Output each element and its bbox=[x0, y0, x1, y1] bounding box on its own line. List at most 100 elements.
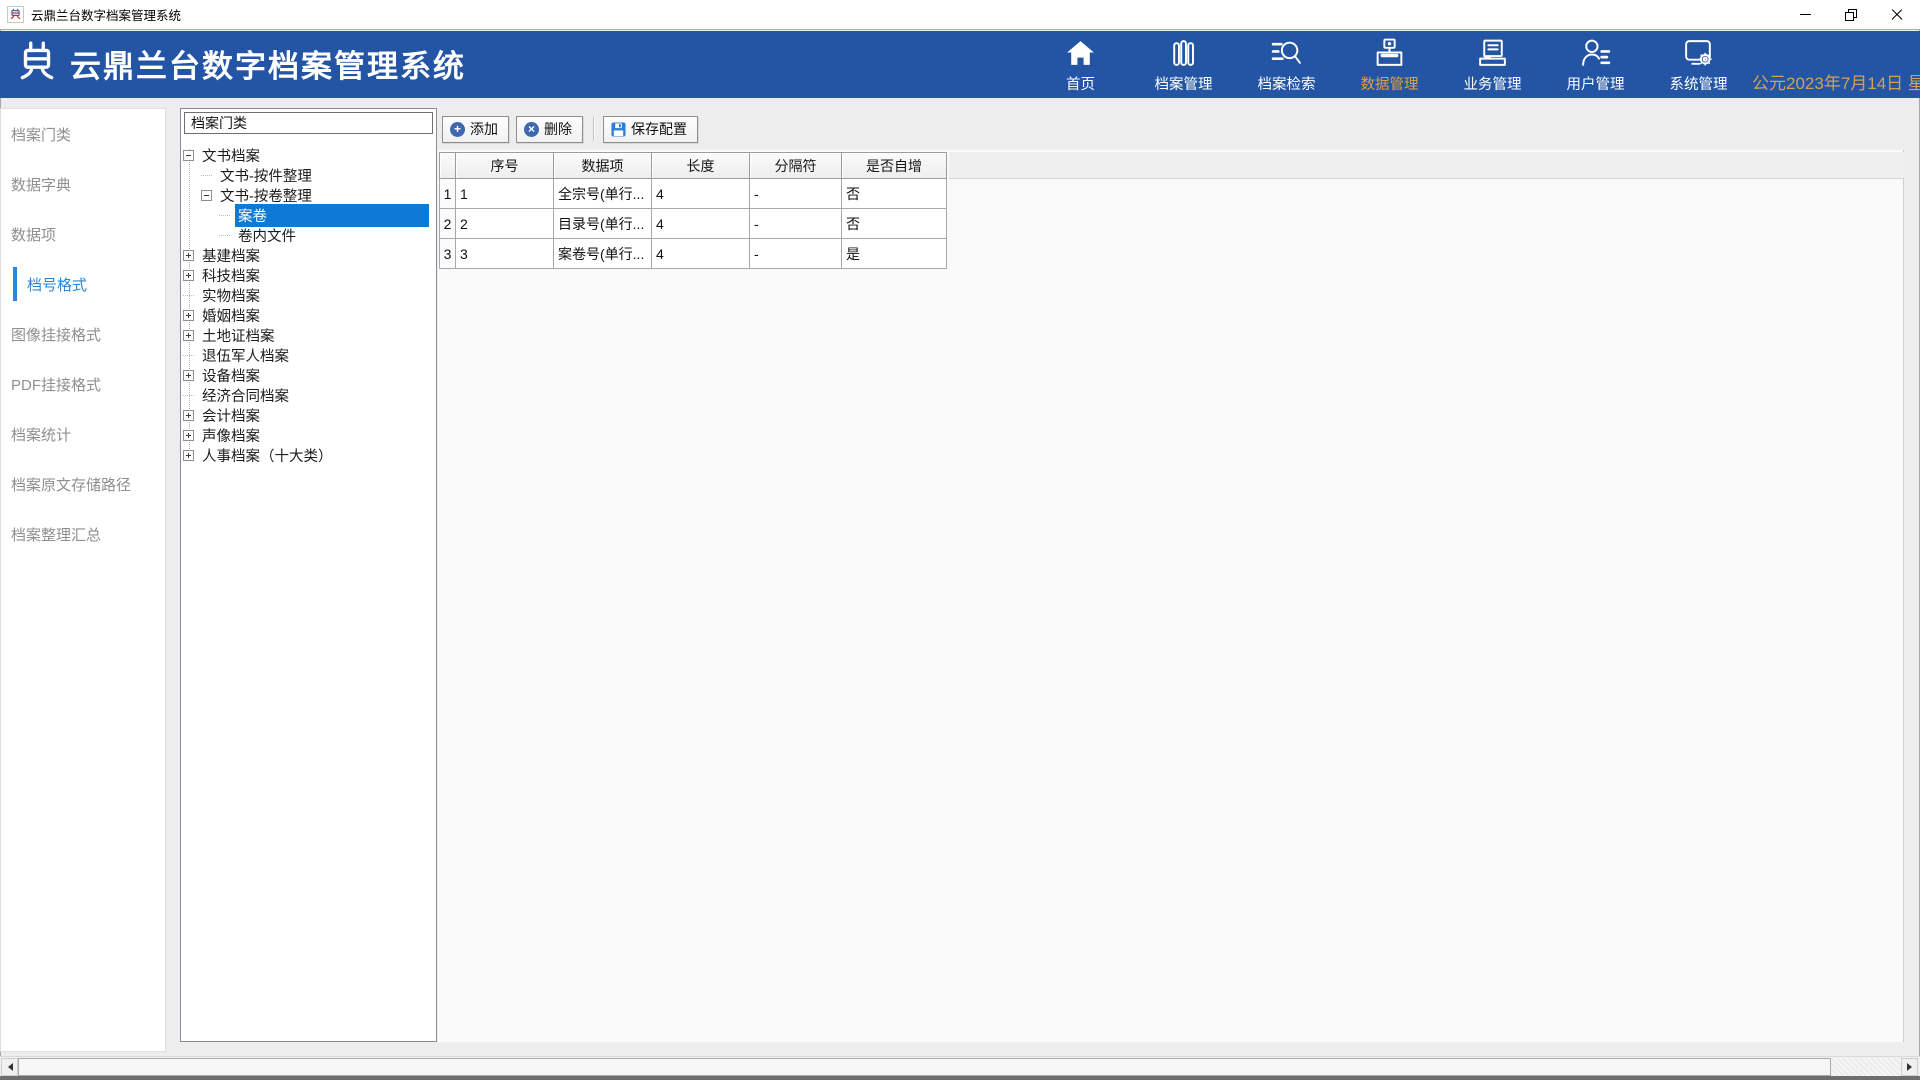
col-header-auto-increment[interactable]: 是否自增 bbox=[842, 152, 947, 179]
save-config-button[interactable]: 保存配置 bbox=[603, 116, 698, 143]
row-header[interactable]: 1 bbox=[439, 179, 456, 209]
nav-item-home[interactable]: 首页 bbox=[1036, 37, 1125, 94]
restore-icon bbox=[1845, 9, 1857, 21]
tree-item[interactable]: 土地证档案 bbox=[181, 325, 436, 345]
expand-icon[interactable] bbox=[183, 450, 194, 461]
add-icon: + bbox=[450, 122, 465, 137]
expand-icon[interactable] bbox=[183, 370, 194, 381]
expand-icon[interactable] bbox=[183, 410, 194, 421]
close-button[interactable] bbox=[1874, 0, 1920, 29]
cell-seq[interactable]: 1 bbox=[456, 179, 554, 209]
tree-item[interactable]: 基建档案 bbox=[181, 245, 436, 265]
sidebar-item-original-storage-path[interactable]: 档案原文存储路径 bbox=[1, 459, 165, 509]
col-header-length[interactable]: 长度 bbox=[652, 152, 750, 179]
cell-seq[interactable]: 2 bbox=[456, 209, 554, 239]
sidebar: 档案门类 数据字典 数据项 档号格式 图像挂接格式 PDF挂接格式 档案统计 档… bbox=[0, 108, 166, 1052]
sidebar-item-archive-statistics[interactable]: 档案统计 bbox=[1, 409, 165, 459]
archive-search-icon bbox=[1270, 37, 1303, 70]
app-icon bbox=[7, 6, 24, 23]
cell-separator[interactable]: - bbox=[750, 209, 842, 239]
table-row[interactable]: 2 2 目录号(单行... 4 - 否 bbox=[439, 209, 1904, 239]
expand-icon[interactable] bbox=[183, 330, 194, 341]
collapse-icon[interactable] bbox=[201, 190, 212, 201]
arrow-right-icon bbox=[1907, 1063, 1916, 1071]
expand-icon[interactable] bbox=[183, 430, 194, 441]
restore-button[interactable] bbox=[1828, 0, 1874, 29]
tree-item[interactable]: 文书档案 bbox=[181, 145, 436, 165]
tree-item[interactable]: 经济合同档案 bbox=[181, 385, 436, 405]
tree-item[interactable]: 婚姻档案 bbox=[181, 305, 436, 325]
leaf-stub bbox=[201, 175, 212, 176]
archive-books-icon bbox=[1167, 37, 1200, 70]
nav-item-business-management[interactable]: 业务管理 bbox=[1448, 37, 1537, 94]
active-indicator-bar bbox=[13, 267, 17, 301]
scroll-right-button[interactable] bbox=[1901, 1058, 1918, 1076]
expand-icon[interactable] bbox=[183, 250, 194, 261]
tree-item-selected[interactable]: 案卷 bbox=[181, 205, 436, 225]
tree-panel: 档案门类 文书档案 文书-按件整理 文书-按卷整理 案卷 卷内文件 基建档案 科… bbox=[180, 108, 437, 1042]
col-header-separator[interactable]: 分隔符 bbox=[750, 152, 842, 179]
cell-separator[interactable]: - bbox=[750, 179, 842, 209]
sidebar-item-image-link-format[interactable]: 图像挂接格式 bbox=[1, 309, 165, 359]
tree-item[interactable]: 声像档案 bbox=[181, 425, 436, 445]
cell-data-item[interactable]: 案卷号(单行... bbox=[554, 239, 652, 269]
cell-length[interactable]: 4 bbox=[652, 179, 750, 209]
leaf-stub bbox=[219, 235, 230, 236]
nav-item-data-management[interactable]: 数据管理 bbox=[1345, 37, 1434, 94]
expand-icon[interactable] bbox=[183, 310, 194, 321]
tree-item[interactable]: 文书-按卷整理 bbox=[181, 185, 436, 205]
minimize-button[interactable] bbox=[1782, 0, 1828, 29]
nav-item-user-management[interactable]: 用户管理 bbox=[1551, 37, 1640, 94]
nav-item-system-management[interactable]: 系统管理 bbox=[1654, 37, 1743, 94]
tree-item[interactable]: 文书-按件整理 bbox=[181, 165, 436, 185]
cell-auto-increment[interactable]: 否 bbox=[842, 179, 947, 209]
sidebar-item-archive-categories[interactable]: 档案门类 bbox=[1, 109, 165, 159]
cell-seq[interactable]: 3 bbox=[456, 239, 554, 269]
sidebar-item-pdf-link-format[interactable]: PDF挂接格式 bbox=[1, 359, 165, 409]
system-gear-icon bbox=[1682, 37, 1715, 70]
header-date: 公元2023年7月14日 星期五 bbox=[1752, 69, 1920, 94]
sidebar-item-archive-number-format[interactable]: 档号格式 bbox=[1, 259, 165, 309]
tree-item[interactable]: 卷内文件 bbox=[181, 225, 436, 245]
scrollbar-thumb[interactable] bbox=[18, 1058, 1831, 1076]
cell-auto-increment[interactable]: 是 bbox=[842, 239, 947, 269]
delete-button[interactable]: × 删除 bbox=[516, 116, 583, 143]
app-window: 云鼎兰台数字档案管理系统 云鼎兰台数字档案管理系统 首页 bbox=[0, 0, 1920, 1080]
brand-title: 云鼎兰台数字档案管理系统 bbox=[70, 41, 466, 86]
home-icon bbox=[1064, 37, 1097, 70]
tree-item[interactable]: 设备档案 bbox=[181, 365, 436, 385]
col-header-seq[interactable]: 序号 bbox=[456, 152, 554, 179]
expand-icon[interactable] bbox=[183, 270, 194, 281]
sidebar-item-data-items[interactable]: 数据项 bbox=[1, 209, 165, 259]
row-header[interactable]: 2 bbox=[439, 209, 456, 239]
row-selector-header[interactable] bbox=[439, 152, 456, 179]
tree-item[interactable]: 退伍军人档案 bbox=[181, 345, 436, 365]
horizontal-scrollbar[interactable] bbox=[0, 1056, 1920, 1076]
table-row[interactable]: 3 3 案卷号(单行... 4 - 是 bbox=[439, 239, 1904, 269]
tree-item[interactable]: 实物档案 bbox=[181, 285, 436, 305]
sidebar-item-data-dictionary[interactable]: 数据字典 bbox=[1, 159, 165, 209]
sidebar-item-archive-summary[interactable]: 档案整理汇总 bbox=[1, 509, 165, 559]
collapse-icon[interactable] bbox=[183, 150, 194, 161]
tree-item[interactable]: 科技档案 bbox=[181, 265, 436, 285]
user-icon bbox=[1579, 37, 1612, 70]
row-header[interactable]: 3 bbox=[439, 239, 456, 269]
add-button[interactable]: + 添加 bbox=[442, 116, 509, 143]
data-box-icon bbox=[1373, 37, 1406, 70]
tree-item[interactable]: 会计档案 bbox=[181, 405, 436, 425]
scroll-left-button[interactable] bbox=[1, 1058, 18, 1076]
tree-item[interactable]: 人事档案（十大类） bbox=[181, 445, 436, 465]
cell-auto-increment[interactable]: 否 bbox=[842, 209, 947, 239]
toolbar-separator bbox=[593, 117, 595, 141]
nav-item-archive-search[interactable]: 档案检索 bbox=[1242, 37, 1331, 94]
cell-length[interactable]: 4 bbox=[652, 239, 750, 269]
cell-length[interactable]: 4 bbox=[652, 209, 750, 239]
cell-data-item[interactable]: 全宗号(单行... bbox=[554, 179, 652, 209]
col-header-data-item[interactable]: 数据项 bbox=[554, 152, 652, 179]
table-row[interactable]: 1 1 全宗号(单行... 4 - 否 bbox=[439, 179, 1904, 209]
arrow-left-icon bbox=[4, 1063, 13, 1071]
main-content-panel bbox=[438, 150, 1904, 1042]
cell-data-item[interactable]: 目录号(单行... bbox=[554, 209, 652, 239]
cell-separator[interactable]: - bbox=[750, 239, 842, 269]
nav-item-archive-management[interactable]: 档案管理 bbox=[1139, 37, 1228, 94]
